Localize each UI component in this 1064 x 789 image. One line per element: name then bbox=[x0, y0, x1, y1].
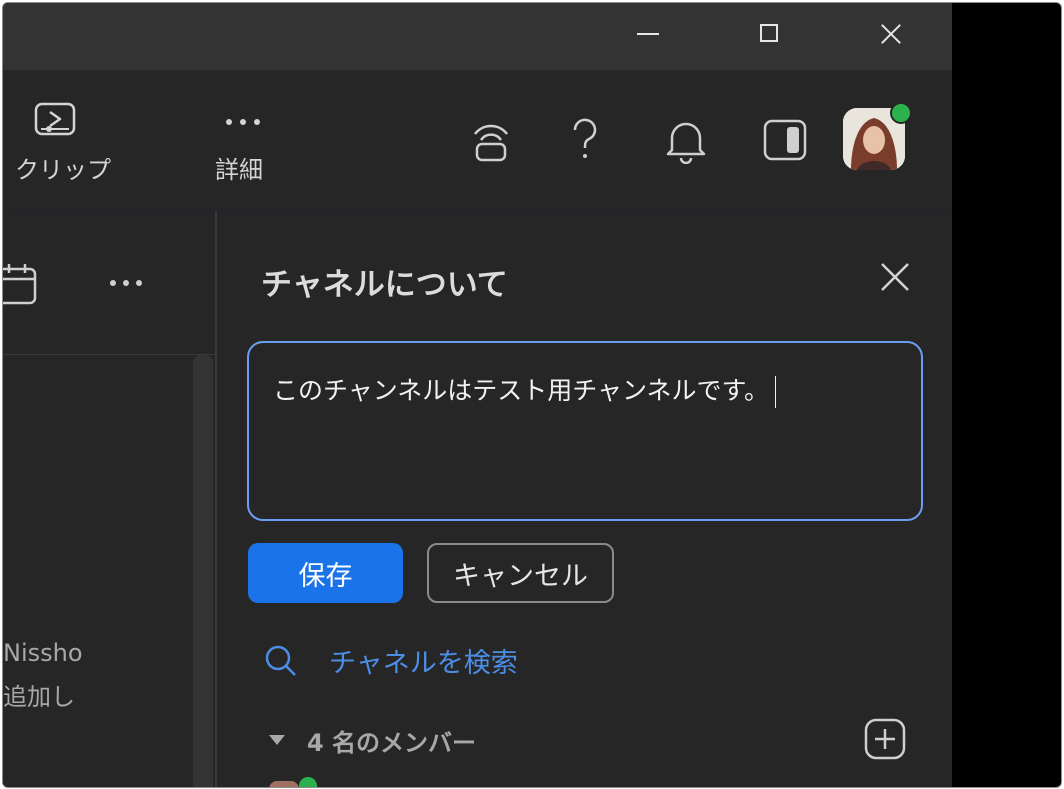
member-avatar[interactable] bbox=[269, 781, 299, 787]
add-icon bbox=[864, 718, 906, 760]
search-icon[interactable] bbox=[263, 643, 299, 679]
panel-title: チャネルについて bbox=[261, 267, 508, 303]
title-bar bbox=[3, 3, 952, 70]
minimize-button[interactable] bbox=[631, 17, 665, 51]
presence-online-icon bbox=[890, 102, 912, 124]
maximize-button[interactable] bbox=[753, 17, 787, 51]
help-icon[interactable] bbox=[569, 118, 601, 162]
chat-pane: Nissho 追加し bbox=[3, 211, 215, 787]
description-text-wrap: このチャンネルはテスト用チャンネルです。 bbox=[273, 371, 777, 408]
panel-close-button[interactable] bbox=[877, 259, 913, 295]
close-icon bbox=[881, 263, 909, 291]
broadcast-icon[interactable] bbox=[469, 116, 513, 164]
chat-text-line-2: 追加し bbox=[3, 683, 75, 711]
search-channel-link[interactable]: チャネルを検索 bbox=[329, 641, 518, 680]
channel-description-input[interactable]: このチャンネルはテスト用チャンネルです。 bbox=[247, 341, 923, 521]
app-window: クリップ 詳細 Nissho 追加し チャネルについて このチャンネルはテスト用… bbox=[2, 2, 1062, 788]
clip-button[interactable]: クリップ bbox=[15, 100, 111, 190]
notification-bell-icon[interactable] bbox=[663, 116, 709, 164]
more-button[interactable]: 詳細 bbox=[211, 106, 281, 190]
window-close-button[interactable] bbox=[874, 17, 908, 51]
chat-header-divider bbox=[3, 354, 215, 355]
clip-label: クリップ bbox=[15, 156, 111, 184]
app-body: クリップ 詳細 Nissho 追加し チャネルについて このチャンネルはテスト用… bbox=[3, 3, 952, 787]
clip-icon bbox=[34, 102, 76, 136]
member-presence-icon bbox=[299, 777, 317, 787]
save-button[interactable]: 保存 bbox=[248, 543, 403, 603]
calendar-icon[interactable] bbox=[3, 261, 39, 305]
channel-info-panel: チャネルについて このチャンネルはテスト用チャンネルです。 保存 キャンセル チ… bbox=[217, 211, 952, 787]
chat-more-icon[interactable] bbox=[107, 277, 147, 289]
add-member-button[interactable] bbox=[863, 717, 907, 761]
cancel-button[interactable]: キャンセル bbox=[427, 543, 614, 603]
chat-text-line-1: Nissho bbox=[3, 639, 83, 667]
more-label: 詳細 bbox=[215, 156, 263, 184]
more-dots-icon bbox=[226, 119, 260, 125]
top-toolbar: クリップ 詳細 bbox=[3, 70, 952, 211]
description-text: このチャンネルはテスト用チャンネルです。 bbox=[273, 376, 770, 405]
chat-scrollbar[interactable] bbox=[193, 355, 213, 787]
side-panel-toggle-icon[interactable] bbox=[762, 118, 808, 162]
members-count-label[interactable]: 4 名のメンバー bbox=[307, 723, 476, 758]
collapse-triangle-icon[interactable] bbox=[267, 733, 287, 747]
text-caret bbox=[775, 376, 777, 408]
